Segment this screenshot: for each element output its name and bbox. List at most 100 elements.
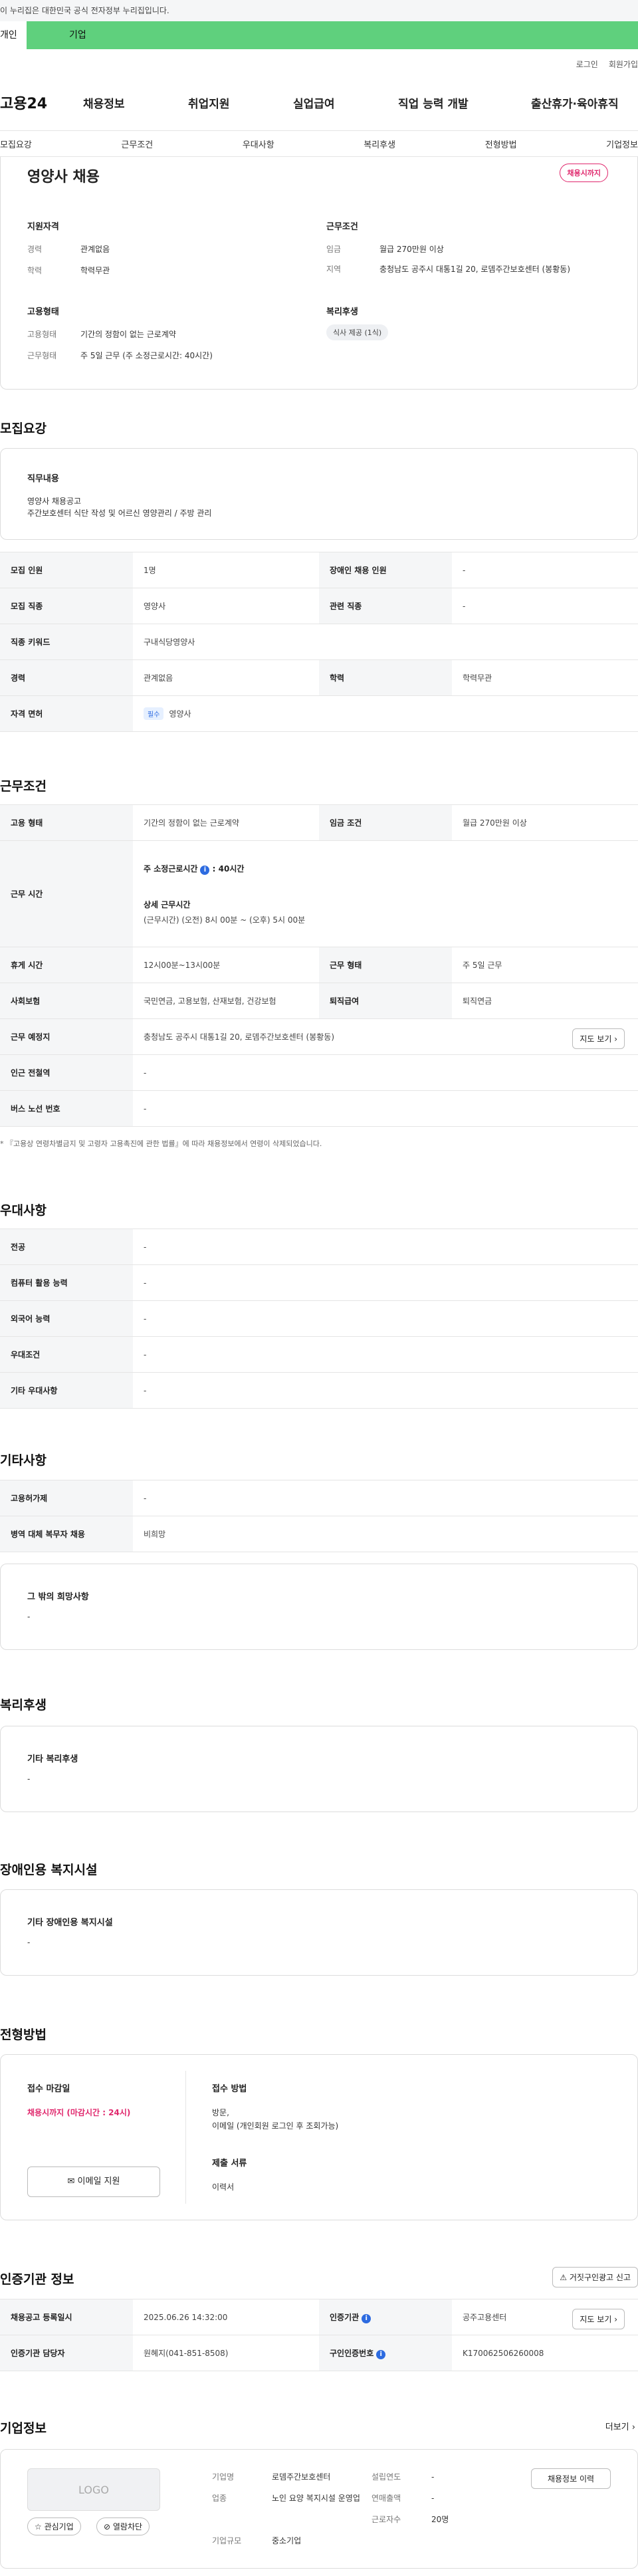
section-title-recruit: 모집요강	[0, 421, 47, 436]
text-label: 학력무관	[80, 266, 110, 275]
table-cell: -	[452, 552, 638, 588]
report-icon: ⚠	[560, 2273, 568, 2282]
section-title-company: 기업정보	[0, 2421, 47, 2436]
email-apply-button[interactable]: ✉ 이메일 지원	[27, 2166, 160, 2197]
cond-region: 지역 충청남도 공주시 대통1길 20, 로뎀주간보호센터 (봉황동)	[326, 263, 605, 275]
recruit-table: 모집 인원 1명 장애인 채용 인원 - 모집 직종 영양사 관련 직종 - 직종 키워드 구…	[0, 552, 638, 732]
subnav-item[interactable]: 기업정보	[606, 138, 638, 150]
tab-company[interactable]: 기업	[27, 21, 638, 49]
gnb-item[interactable]: 출산휴가·육아휴직	[531, 94, 638, 111]
table-cell: 관계없음	[133, 659, 319, 696]
weekly-label: 주 소정근로시간	[144, 864, 198, 874]
table-cell: -	[452, 588, 638, 624]
text-label: 근무형태	[27, 351, 57, 360]
table-cell: -	[133, 1090, 638, 1127]
table-cell: 퇴직연금	[452, 983, 638, 1019]
cond-title: 근무조건	[326, 222, 358, 232]
block-icon: ⊘	[104, 2522, 111, 2531]
table-cell: 국민연금, 고용보험, 산재보험, 건강보험	[133, 983, 319, 1019]
text-label: 충청남도 공주시 대통1길 20, 로뎀주간보호센터 (봉황동)	[379, 265, 570, 274]
table-row: 기타 우대사항 -	[0, 1372, 638, 1409]
text-label: 그 밖의 희망사항	[27, 1592, 89, 1602]
gnb-item[interactable]: 채용정보	[83, 94, 188, 111]
duty-title: 직무내용	[27, 474, 59, 484]
table-row: 고용허가제 -	[0, 1480, 638, 1516]
text-label: 중소기업	[272, 2536, 302, 2545]
table-cell: 기간의 정함이 없는 근로계약	[133, 804, 319, 841]
text-label: 인증기관	[330, 2312, 360, 2322]
gnb-item[interactable]: 취업지원	[188, 94, 293, 111]
table-cell: -	[133, 1480, 638, 1516]
company-field: 설립연도 -	[372, 2471, 434, 2482]
table-header-cell: 관련 직종	[319, 588, 452, 624]
table-row: 인근 전철역 -	[0, 1054, 638, 1091]
site-logo[interactable]: 고용24	[0, 92, 83, 113]
subnav-item[interactable]: 모집요강	[0, 138, 32, 150]
etc-box: 그 밖의 희망사항 -	[0, 1564, 638, 1650]
text-label: 관계없음	[80, 245, 110, 254]
info-icon[interactable]: i	[376, 2349, 386, 2359]
subnav-item[interactable]: 근무조건	[121, 138, 153, 150]
history-button[interactable]: 채용정보 이력	[531, 2468, 611, 2489]
info-icon[interactable]: i	[200, 865, 210, 875]
gnb-item[interactable]: 직업 능력 개발	[398, 94, 531, 111]
text-label: -	[27, 1938, 31, 1947]
section-title-pref: 우대사항	[0, 1203, 47, 1218]
table-cell: 충청남도 공주시 대통1길 20, 로뎀주간보호센터 (봉황동) 지도 보기 ›	[133, 1018, 638, 1055]
emp-type: 고용형태 기간의 정함이 없는 근로계약	[27, 328, 176, 340]
map-button[interactable]: 지도 보기 ›	[572, 1028, 625, 1049]
text-label: 20명	[431, 2515, 449, 2524]
welfare-pill: 식사 제공 (1식)	[326, 324, 389, 340]
mail-icon: ✉	[67, 2176, 75, 2186]
section-title-benefit: 복리후생	[0, 1698, 47, 1712]
text-label: 거짓구인광고 신고	[569, 2273, 631, 2282]
block-view-button[interactable]: ⊘ 열람차단	[96, 2517, 150, 2535]
signup-link[interactable]: 회원가입	[609, 60, 638, 69]
table-header-cell: 직종 키워드	[0, 624, 133, 660]
text-label: 열람차단	[112, 2522, 143, 2531]
more-link[interactable]: 더보기 ›	[605, 2420, 635, 2432]
table-header-cell: 장애인 채용 인원	[319, 552, 452, 588]
company-field: 근로자수 20명	[372, 2514, 449, 2525]
map-button[interactable]: 지도 보기 ›	[572, 2309, 625, 2329]
table-header-cell: 버스 노선 번호	[0, 1090, 133, 1127]
info-icon[interactable]: i	[362, 2313, 372, 2323]
company-logo: LOGO	[27, 2468, 160, 2511]
table-row: 자격 면허 필수 영양사	[0, 695, 638, 732]
status-badge: 채용시까지	[560, 164, 608, 182]
text-label: : 40시간	[212, 864, 245, 874]
table-row: 모집 인원 1명 장애인 채용 인원 -	[0, 552, 638, 588]
text-label: 구인인증번호	[330, 2348, 374, 2358]
gov-banner: 이 누리집은 대한민국 공식 전자정부 누리집입니다.	[0, 0, 638, 21]
table-header-cell: 기타 우대사항	[0, 1372, 133, 1409]
text-label: 접수 방법	[212, 2084, 247, 2094]
table-header-cell: 인근 전철역	[0, 1054, 133, 1091]
table-cell: 필수 영양사	[133, 695, 638, 732]
table-cell: 구내식당영양사	[133, 624, 638, 660]
disability-box: 기타 장애인용 복지시설 -	[0, 1889, 638, 1976]
table-cell: 12시00분~13시00분	[133, 947, 319, 983]
divider	[185, 2071, 186, 2204]
table-row: 병역 대체 복무자 채용 비희망	[0, 1516, 638, 1552]
report-fake-ad-button[interactable]: ⚠ 거짓구인광고 신고	[552, 2267, 638, 2287]
table-row: 버스 노선 번호 -	[0, 1090, 638, 1127]
tab-personal[interactable]: 개인	[0, 21, 27, 49]
deadline-value: 채용시까지 (마감시간 : 24시)	[27, 2108, 131, 2117]
work-table: 고용 형태 기간의 정함이 없는 근로계약 임금 조건 월급 270만원 이상 근무 …	[0, 804, 638, 1127]
login-link[interactable]: 로그인	[576, 60, 598, 69]
table-header-cell: 병역 대체 복무자 채용	[0, 1516, 133, 1552]
table-cell: -	[133, 1336, 638, 1373]
favorite-company-button[interactable]: ☆ 관심기업	[27, 2517, 81, 2535]
text-label: 기타 장애인용 복지시설	[27, 1918, 113, 1928]
table-cell: 주 소정근로시간 i : 40시간 상세 근무시간 (근무시간) (오전) 8시 …	[133, 840, 638, 947]
section-title-process: 전형방법	[0, 2028, 47, 2042]
subnav-item[interactable]: 우대사항	[243, 138, 274, 150]
company-field: 연매출액 -	[372, 2492, 434, 2504]
subnav-item[interactable]: 복리후생	[364, 138, 395, 150]
section-title-cert: 인증기관 정보	[0, 2272, 74, 2287]
gnb-item[interactable]: 실업급여	[293, 94, 398, 111]
star-icon: ☆	[35, 2522, 42, 2531]
text-label: 충청남도 공주시 대통1길 20, 로뎀주간보호센터 (봉황동)	[144, 1032, 334, 1042]
table-header-cell: 사회보험	[0, 983, 133, 1019]
subnav-item[interactable]: 전형방법	[485, 138, 517, 150]
